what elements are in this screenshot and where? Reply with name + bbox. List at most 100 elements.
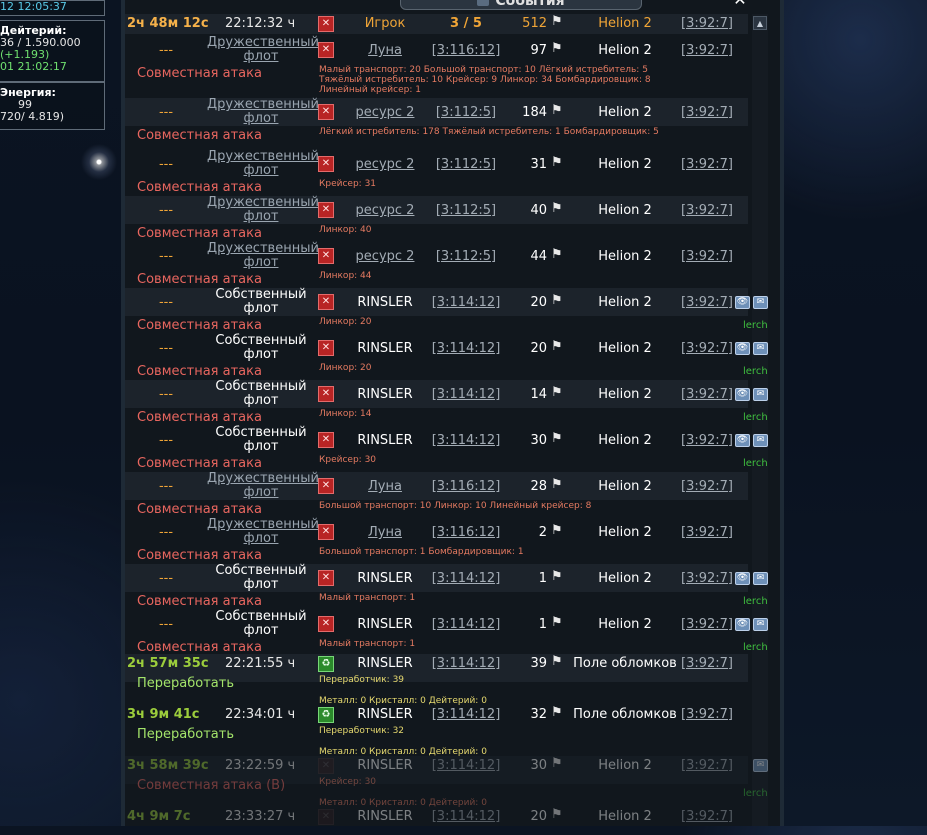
event-row[interactable]: --- Собственный флот ✕ RINSLER [3:114:12] 14 ⚑… <box>125 380 768 408</box>
mission-type[interactable]: Дружественный флот <box>207 150 319 178</box>
event-row[interactable]: 4ч 9м 7с 23:33:27 ч ✕ RINSLER [3:114:12] 20 ⚑ H… <box>125 807 748 835</box>
event-row[interactable]: --- Дружественный флот ✕ ресурс 2 [3:112:5] 3… <box>125 150 748 178</box>
origin-planet[interactable]: Луна <box>340 43 430 58</box>
mission-type[interactable]: Дружественный флот <box>207 36 319 64</box>
event-row[interactable]: --- Дружественный флот ✕ Луна [3:116:12] 97 ⚑ H… <box>125 36 748 64</box>
event-row[interactable]: --- Дружественный флот ✕ Луна [3:116:12] 28 ⚑ H… <box>125 472 748 500</box>
destination-coords[interactable]: [3:92:7] <box>678 341 736 356</box>
event-row[interactable]: --- Дружественный флот ✕ Луна [3:116:12] 2 ⚑ He… <box>125 518 748 546</box>
destination-coords[interactable]: [3:92:7] <box>678 105 736 120</box>
destination-coords[interactable]: [3:92:7] <box>678 295 736 310</box>
mission-type: Собственный флот <box>215 287 307 316</box>
origin-planet[interactable]: ресурс 2 <box>340 249 430 264</box>
origin-coords[interactable]: [3:112:5] <box>428 203 504 218</box>
destination-coords[interactable]: [3:92:7] <box>678 707 736 722</box>
mission-type[interactable]: Дружественный флот <box>207 472 319 500</box>
origin-coords[interactable]: [3:116:12] <box>428 525 504 540</box>
origin-coords[interactable]: [3:114:12] <box>428 433 504 448</box>
event-row[interactable]: --- Собственный флот ✕ RINSLER [3:114:12] 20 ⚑… <box>125 287 768 316</box>
fleet-composition: Малый транспорт: 1 <box>319 593 416 603</box>
mission-type: Собственный флот <box>215 609 307 638</box>
crossed-swords-icon: ✕ <box>318 478 334 494</box>
destination-planet: Helion 2 <box>598 341 652 356</box>
mail-icon[interactable]: ✉ <box>753 434 768 447</box>
origin-planet[interactable]: ресурс 2 <box>340 157 430 172</box>
origin-planet[interactable]: ресурс 2 <box>340 105 430 120</box>
event-arrival-time: 22:21:55 ч <box>225 656 296 671</box>
event-row[interactable]: --- Дружественный флот ✕ ресурс 2 [3:112:5] 4… <box>125 196 748 224</box>
flag-icon: ⚑ <box>551 385 563 400</box>
origin-coords[interactable]: [3:114:12] <box>428 707 504 722</box>
mission-type[interactable]: Дружественный флот <box>207 196 319 224</box>
fleet-composition: Лёгкий истребитель: 178 Тяжёлый истребит… <box>319 127 659 137</box>
destination-coords[interactable]: [3:92:7] <box>678 157 736 172</box>
origin-planet[interactable]: Луна <box>340 525 430 540</box>
event-row[interactable]: --- Дружественный флот ✕ ресурс 2 [3:112:5] 4… <box>125 242 748 270</box>
destination-planet: Helion 2 <box>598 295 652 310</box>
origin-coords[interactable]: [3:114:12] <box>428 656 504 671</box>
event-row[interactable]: 2ч 48м 12с 22:12:32 ч ✕ Игрок 3 / 5 512 ⚑ Helio… <box>125 14 748 34</box>
origin-coords[interactable]: [3:116:12] <box>428 43 504 58</box>
origin-planet[interactable]: Луна <box>340 479 430 494</box>
destination-coords[interactable]: [3:92:7] <box>678 433 736 448</box>
destination-coords[interactable]: [3:92:7] <box>678 617 736 632</box>
destination-coords[interactable]: [3:92:7] <box>678 758 736 773</box>
mission-type[interactable]: Дружественный флот <box>207 242 319 270</box>
destination-coords[interactable]: [3:92:7] <box>678 203 736 218</box>
event-row[interactable]: --- Собственный флот ✕ RINSLER [3:114:12] 1 ⚑ H… <box>125 609 768 638</box>
destination-coords[interactable]: [3:92:7] <box>678 525 736 540</box>
origin-planet[interactable]: ресурс 2 <box>340 203 430 218</box>
origin-coords[interactable]: [3:114:12] <box>428 809 504 824</box>
event-row[interactable]: --- Собственный флот ✕ RINSLER [3:114:12] 30 ⚑… <box>125 426 768 454</box>
eye-icon[interactable]: 👁 <box>735 618 750 631</box>
event-row[interactable]: --- Собственный флот ✕ RINSLER [3:114:12] 20 ⚑… <box>125 334 768 362</box>
origin-coords[interactable]: [3:114:12] <box>428 387 504 402</box>
flag-icon: ⚑ <box>551 339 563 354</box>
origin-coords[interactable]: [3:116:12] <box>428 479 504 494</box>
mission-label: Совместная атака <box>137 364 262 379</box>
fleet-composition: Крейсер: 30 <box>319 455 377 465</box>
event-row[interactable]: --- Дружественный флот ✕ ресурс 2 [3:112:5] 1… <box>125 98 748 126</box>
event-arrival-time: 22:12:32 ч <box>225 16 296 31</box>
fleet-composition: Линкор: 40 <box>319 225 372 235</box>
mission-label: Совместная атака <box>137 502 262 517</box>
origin-coords[interactable]: [3:112:5] <box>428 157 504 172</box>
destination-coords[interactable]: [3:92:7] <box>678 479 736 494</box>
fleet-count: 40 <box>530 203 547 218</box>
origin-coords[interactable]: [3:112:5] <box>428 249 504 264</box>
destination-coords[interactable]: [3:92:7] <box>678 571 736 586</box>
origin-coords[interactable]: [3:114:12] <box>428 571 504 586</box>
mail-icon[interactable]: ✉ <box>753 388 768 401</box>
eye-icon[interactable]: 👁 <box>735 572 750 585</box>
destination-coords[interactable]: [3:92:7] <box>678 16 736 31</box>
fleet-composition: Крейсер: 31 <box>319 179 377 189</box>
eye-icon[interactable]: 👁 <box>735 296 750 309</box>
mail-icon[interactable]: ✉ <box>753 572 768 585</box>
crossed-swords-icon: ✕ <box>318 156 334 172</box>
destination-coords[interactable]: [3:92:7] <box>678 43 736 58</box>
origin-coords[interactable]: [3:114:12] <box>428 341 504 356</box>
mission-type[interactable]: Дружественный флот <box>207 98 319 126</box>
mail-icon[interactable]: ✉ <box>753 296 768 309</box>
mail-icon[interactable]: ✉ <box>753 618 768 631</box>
mission-type[interactable]: Дружественный флот <box>207 518 319 546</box>
mail-icon[interactable]: ✉ <box>753 759 768 772</box>
destination-coords[interactable]: [3:92:7] <box>678 656 736 671</box>
owner-name: lerch <box>743 458 768 469</box>
fleet-count: 30 <box>530 758 547 773</box>
origin-coords[interactable]: [3:112:5] <box>428 105 504 120</box>
origin-coords[interactable]: 3 / 5 <box>428 16 504 31</box>
origin-coords[interactable]: [3:114:12] <box>428 295 504 310</box>
destination-coords[interactable]: [3:92:7] <box>678 249 736 264</box>
flag-icon: ⚑ <box>551 103 563 118</box>
destination-coords[interactable]: [3:92:7] <box>678 809 736 824</box>
origin-coords[interactable]: [3:114:12] <box>428 617 504 632</box>
mail-icon[interactable]: ✉ <box>753 342 768 355</box>
eye-icon[interactable]: 👁 <box>735 434 750 447</box>
origin-coords[interactable]: [3:114:12] <box>428 758 504 773</box>
eye-icon[interactable]: 👁 <box>735 388 750 401</box>
eye-icon[interactable]: 👁 <box>735 342 750 355</box>
destination-coords[interactable]: [3:92:7] <box>678 387 736 402</box>
fleet-count: 20 <box>530 341 547 356</box>
event-row[interactable]: --- Собственный флот ✕ RINSLER [3:114:12] 1 ⚑ H… <box>125 564 768 592</box>
